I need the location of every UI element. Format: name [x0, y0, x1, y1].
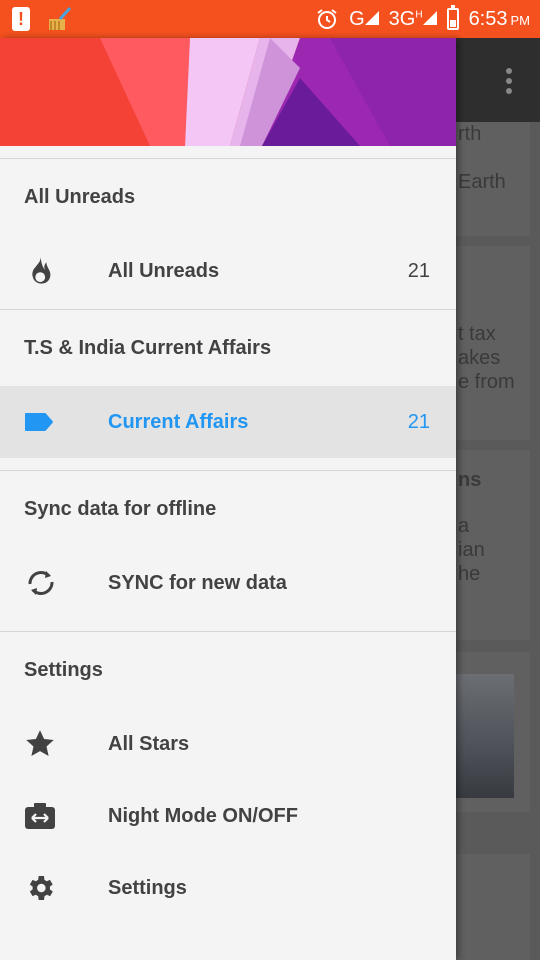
- background-card[interactable]: t tax akes e from: [450, 246, 530, 440]
- warning-icon: !: [12, 7, 30, 31]
- clock: 6:53 PM: [468, 7, 530, 30]
- drawer-item-label: Current Affairs: [108, 410, 249, 433]
- status-bar: ! G 3GH 6:53 PM: [0, 0, 540, 38]
- unread-count: 21: [407, 410, 430, 433]
- drawer-item-sync[interactable]: SYNC for new data: [0, 547, 456, 619]
- drawer-header-image: [0, 38, 456, 146]
- card-text: akes: [458, 347, 501, 369]
- drawer-item-label: All Unreads: [108, 259, 220, 282]
- drawer-item-night-mode[interactable]: Night Mode ON/OFF: [0, 780, 456, 852]
- background-card[interactable]: [450, 854, 530, 960]
- drawer-item-label: Night Mode ON/OFF: [108, 804, 298, 827]
- card-title: ns: [458, 469, 482, 491]
- drawer-item-all-unreads[interactable]: All Unreads 21: [0, 235, 456, 307]
- drawer-item-label: Settings: [108, 876, 187, 899]
- label-tag-icon: [25, 413, 53, 431]
- cleaner-broom-icon: [49, 6, 72, 30]
- drawer-item-label: SYNC for new data: [108, 571, 287, 594]
- card-text: Earth: [458, 171, 506, 193]
- night-mode-icon: [25, 803, 55, 829]
- card-text: he: [458, 563, 481, 585]
- drawer-item-settings[interactable]: Settings: [0, 852, 456, 924]
- unread-count: 21: [407, 259, 430, 282]
- network-type: G: [349, 8, 379, 31]
- background-card[interactable]: rth Earth: [450, 122, 530, 236]
- battery-icon: [446, 5, 459, 30]
- card-text: ian: [458, 539, 485, 561]
- ship-image: [456, 674, 514, 798]
- card-text: t tax: [458, 323, 496, 345]
- alarm-icon: [317, 9, 337, 29]
- section-header-sync: Sync data for offline: [24, 497, 217, 520]
- section-header-all-unreads: All Unreads: [24, 185, 136, 208]
- sync-icon: [28, 571, 54, 595]
- overflow-menu-icon[interactable]: [506, 68, 512, 98]
- gear-icon: [29, 876, 53, 900]
- section-header-current-affairs: T.S & India Current Affairs: [24, 336, 272, 359]
- drawer-item-current-affairs[interactable]: Current Affairs 21: [0, 386, 456, 458]
- network-type-3g: 3GH: [389, 8, 437, 31]
- section-header-settings: Settings: [24, 658, 103, 681]
- card-text: a: [458, 515, 470, 537]
- card-text: rth: [458, 123, 482, 145]
- drawer-item-label: All Stars: [108, 732, 190, 755]
- drawer-item-all-stars[interactable]: All Stars: [0, 708, 456, 780]
- fire-icon: [32, 256, 51, 284]
- navigation-drawer: All Unreads All Unreads 21 T.S & India C…: [0, 38, 456, 960]
- star-icon: [26, 730, 54, 756]
- background-card[interactable]: ns a ian he: [450, 450, 530, 640]
- card-text: e from: [458, 371, 515, 393]
